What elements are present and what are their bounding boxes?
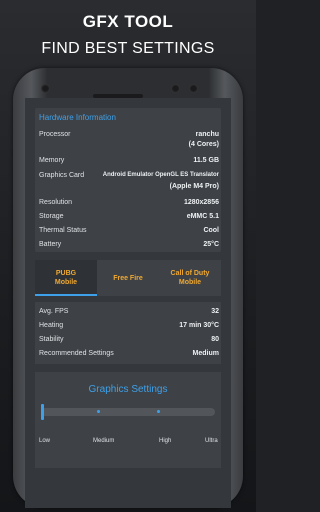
hw-label: Graphics Card — [39, 172, 85, 179]
level-label-ultra: Ultra — [205, 438, 218, 444]
graphics-level-slider[interactable] — [41, 408, 215, 416]
game-stats: Avg. FPS 32 Heating 17 min 30°C Stabilit… — [35, 302, 221, 364]
graphics-settings-title: Graphics Settings — [88, 384, 168, 395]
level-label-medium: Medium — [93, 438, 115, 444]
subtitle: FIND BEST SETTINGS — [41, 40, 215, 57]
stat-label: Stability — [39, 336, 64, 343]
stat-value: Medium — [192, 350, 219, 357]
hw-label: Thermal Status — [39, 227, 87, 234]
hw-value: 25°C — [203, 241, 219, 248]
tab-label: Free Fire — [113, 274, 143, 282]
slider-tick-medium — [97, 410, 100, 413]
game-tabs: PUBG Mobile Free Fire Call of Duty Mobile — [35, 260, 221, 296]
stat-label: Heating — [39, 322, 64, 329]
hw-label: Processor — [39, 131, 71, 138]
tab-label-sub: Mobile — [178, 279, 202, 286]
hw-label: Battery — [39, 241, 62, 248]
tab-active-indicator — [35, 294, 97, 296]
hw-value: eMMC 5.1 — [186, 213, 219, 220]
stat-value: 32 — [211, 308, 219, 315]
hw-value: ranchu — [195, 131, 219, 138]
hardware-card: Hardware Information Processor ranchu (4… — [35, 108, 221, 252]
tab-free-fire[interactable]: Free Fire — [97, 260, 159, 296]
level-label-low: Low — [39, 438, 51, 444]
app-title: GFX TOOL — [0, 12, 256, 32]
hw-value: 1280x2856 — [183, 199, 219, 206]
stat-label: Avg. FPS — [39, 308, 69, 315]
promo-background: GFX TOOL FIND BEST SETTINGS Hardware Inf… — [0, 0, 256, 512]
app-screen: Hardware Information Processor ranchu (4… — [25, 98, 231, 508]
graphics-settings-panel: Graphics Settings Low Medium High Ultra — [35, 372, 221, 468]
tab-label: PUBG — [55, 270, 77, 277]
app-title-tool: TOOL — [124, 12, 174, 31]
front-camera-icon — [189, 84, 198, 93]
sensor-icon — [41, 84, 50, 93]
hw-value-sub: (4 Cores) — [188, 141, 219, 148]
hardware-title: Hardware Information — [39, 113, 116, 122]
hw-value-sub: (Apple M4 Pro) — [169, 183, 219, 190]
stat-value: 80 — [211, 336, 219, 343]
level-label-high: High — [159, 438, 172, 444]
hw-label: Memory — [39, 157, 65, 164]
hw-label: Storage — [39, 213, 64, 220]
hw-value: Cool — [203, 227, 219, 234]
stat-label: Recommended Settings — [39, 350, 114, 357]
slider-thumb[interactable] — [41, 404, 44, 420]
slider-tick-high — [157, 410, 160, 413]
app-title-gfx: GFX — [82, 12, 120, 31]
hw-label: Resolution — [39, 199, 73, 206]
tab-label-sub: Mobile — [54, 279, 78, 286]
stat-value: 17 min 30°C — [179, 322, 219, 329]
hw-value: 11.5 GB — [193, 157, 219, 164]
hw-value: Android Emulator OpenGL ES Translator — [102, 172, 219, 178]
tab-call-of-duty-mobile[interactable]: Call of Duty Mobile — [159, 260, 221, 296]
camera-icon — [171, 84, 180, 93]
phone-frame: Hardware Information Processor ranchu (4… — [13, 68, 243, 508]
tab-pubg-mobile[interactable]: PUBG Mobile — [35, 260, 97, 296]
tab-label: Call of Duty — [170, 270, 210, 277]
